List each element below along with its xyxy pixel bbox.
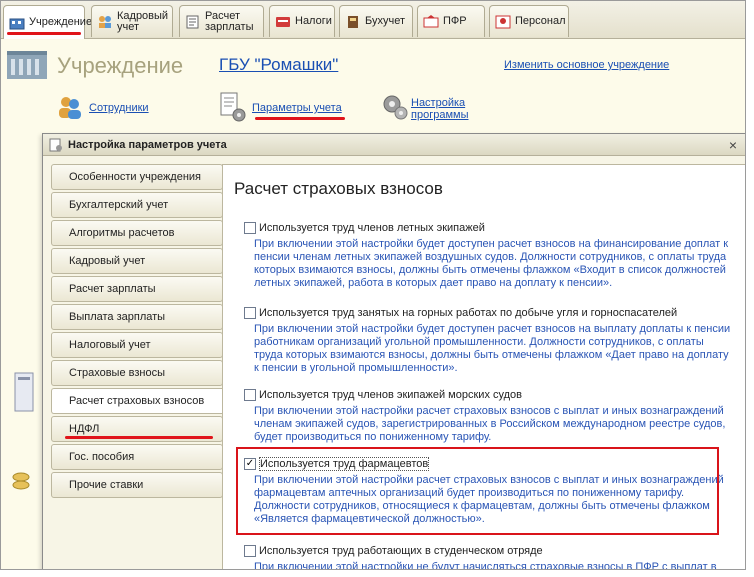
pharmacists-highlight-box [236,447,719,535]
tab-hr[interactable]: Кадровый учет [91,5,173,37]
option-description: При включении этой настройки расчет стра… [254,405,726,443]
dialog-title: Настройка параметров учета [68,138,227,151]
pension-fund-icon [423,14,439,27]
nav-item-state-benefits[interactable]: Гос. пособия [51,444,223,470]
tab-label: Учреждение [29,16,93,28]
accounting-icon [348,15,358,28]
student-squad-checkbox[interactable] [244,545,256,557]
people-icon [99,15,111,28]
content-title: Расчет страховых взносов [234,179,443,198]
nav-item-tax-accounting[interactable]: Налоговый учет [51,332,223,358]
sea-crew-checkbox[interactable] [244,389,256,401]
tab-pension-fund[interactable]: ПФР [417,5,485,37]
option-label: Используется труд занятых на горных рабо… [259,307,678,319]
tab-taxes[interactable]: Налоги [269,5,335,37]
main-window: Учреждение Кадровый учет Расчет зарплаты… [0,0,746,570]
nav-item-features[interactable]: Особенности учреждения [51,164,223,190]
change-organization-link[interactable]: Изменить основное учреждение [504,59,669,71]
nav-item-insurance[interactable]: Страховые взносы [51,360,223,386]
nav-item-insurance-calc[interactable]: Расчет страховых взносов [51,388,231,414]
link-highlight-underline [255,117,345,120]
section-tab-bar: Учреждение Кадровый учет Расчет зарплаты… [1,1,745,39]
tab-label: ПФР [443,15,467,27]
dialog-close-button[interactable]: × [726,138,740,152]
building-icon [7,51,47,79]
option-description: При включении этой настройки будет досту… [254,238,729,289]
option-label: Используется труд работающих в студенчес… [259,545,543,557]
tab-label: Бухучет [365,15,405,27]
side-document-icon [14,372,34,412]
nav-highlight-underline [65,436,213,439]
nav-item-accounting[interactable]: Бухгалтерский учет [51,192,223,218]
tab-label: Налоги [295,15,332,27]
nav-item-hr[interactable]: Кадровый учет [51,248,223,274]
tab-label: Персонал [515,15,566,27]
nav-item-salary-payment[interactable]: Выплата зарплаты [51,304,223,330]
dialog-settings-icon [49,138,62,151]
side-coins-icon [12,472,30,490]
accounting-params-link[interactable]: Параметры учета [252,102,342,114]
option-sea-crew: Используется труд членов экипажей морски… [244,388,739,444]
page-title: Учреждение [57,53,184,78]
settings-dialog: Настройка параметров учета × Особенности… [42,133,745,570]
option-description: При включении этой настройки будет досту… [254,323,731,374]
coal-mining-checkbox[interactable] [244,307,256,319]
staff-icon [495,15,511,28]
employees-icon [59,97,81,119]
nav-item-payroll[interactable]: Расчет зарплаты [51,276,223,302]
taxes-icon [276,16,290,27]
option-flight-crew: Используется труд членов летных экипажей… [244,221,739,290]
tab-highlight-underline [7,32,81,35]
option-coal-mining: Используется труд занятых на горных рабо… [244,306,739,375]
accounting-params-icon [220,92,246,122]
option-label: Используется труд членов экипажей морски… [259,389,523,401]
nav-item-algorithms[interactable]: Алгоритмы расчетов [51,220,223,246]
tab-staff[interactable]: Персонал [489,5,569,37]
program-settings-link[interactable]: Настройка программы [411,97,481,121]
tab-label: Расчет зарплаты [205,9,254,33]
employees-link[interactable]: Сотрудники [89,102,149,114]
organization-link[interactable]: ГБУ "Ромашки" [219,55,338,75]
option-description: При включении этой настройки не будут на… [254,561,717,570]
payroll-icon [186,15,199,28]
dialog-title-bar: Настройка параметров учета [43,134,745,156]
flight-crew-checkbox[interactable] [244,222,256,234]
tab-payroll[interactable]: Расчет зарплаты [179,5,264,37]
settings-gear-icon [383,95,408,120]
institution-header: Учреждение ГБУ "Ромашки" Изменить основн… [1,41,745,131]
institution-icon [9,18,25,29]
tab-label: Кадровый учет [117,9,169,33]
option-label: Используется труд членов летных экипажей [259,222,485,234]
nav-item-other-rates[interactable]: Прочие ставки [51,472,223,498]
option-student-squad: Используется труд работающих в студенчес… [244,544,739,570]
tab-accounting[interactable]: Бухучет [339,5,413,37]
